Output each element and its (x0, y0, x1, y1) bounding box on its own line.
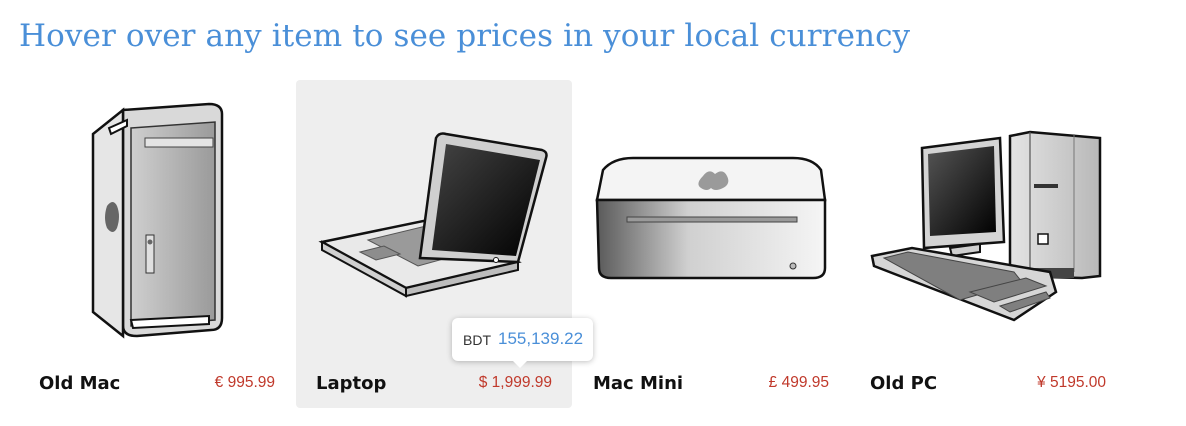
product-name: Old PC (870, 373, 938, 394)
page-title: Hover over any item to see prices in you… (19, 18, 911, 54)
tooltip-currency-code: BDT (463, 332, 491, 348)
product-price: $ 1,999.99 (478, 374, 552, 391)
product-name: Old Mac (39, 373, 121, 394)
tooltip-arrow (511, 359, 529, 368)
product-card-old-pc[interactable]: Old PC ¥ 5195.00 (850, 80, 1126, 408)
mac-mini-icon (595, 156, 827, 280)
currency-tooltip: BDT 155,139.22 (452, 318, 593, 368)
desktop-pc-icon (870, 130, 1102, 322)
mac-pro-tower-icon (91, 102, 224, 339)
laptop-icon (318, 132, 548, 298)
tooltip-converted-amount: 155,139.22 (498, 329, 584, 348)
product-name: Mac Mini (593, 373, 684, 394)
product-price: € 995.99 (214, 374, 275, 391)
product-card-mac-mini[interactable]: Mac Mini £ 499.95 (573, 80, 849, 408)
product-name: Laptop (316, 373, 387, 394)
product-card-old-mac[interactable]: Old Mac € 995.99 (19, 80, 295, 408)
product-price: £ 499.95 (768, 374, 829, 391)
product-price: ¥ 5195.00 (1037, 374, 1106, 391)
